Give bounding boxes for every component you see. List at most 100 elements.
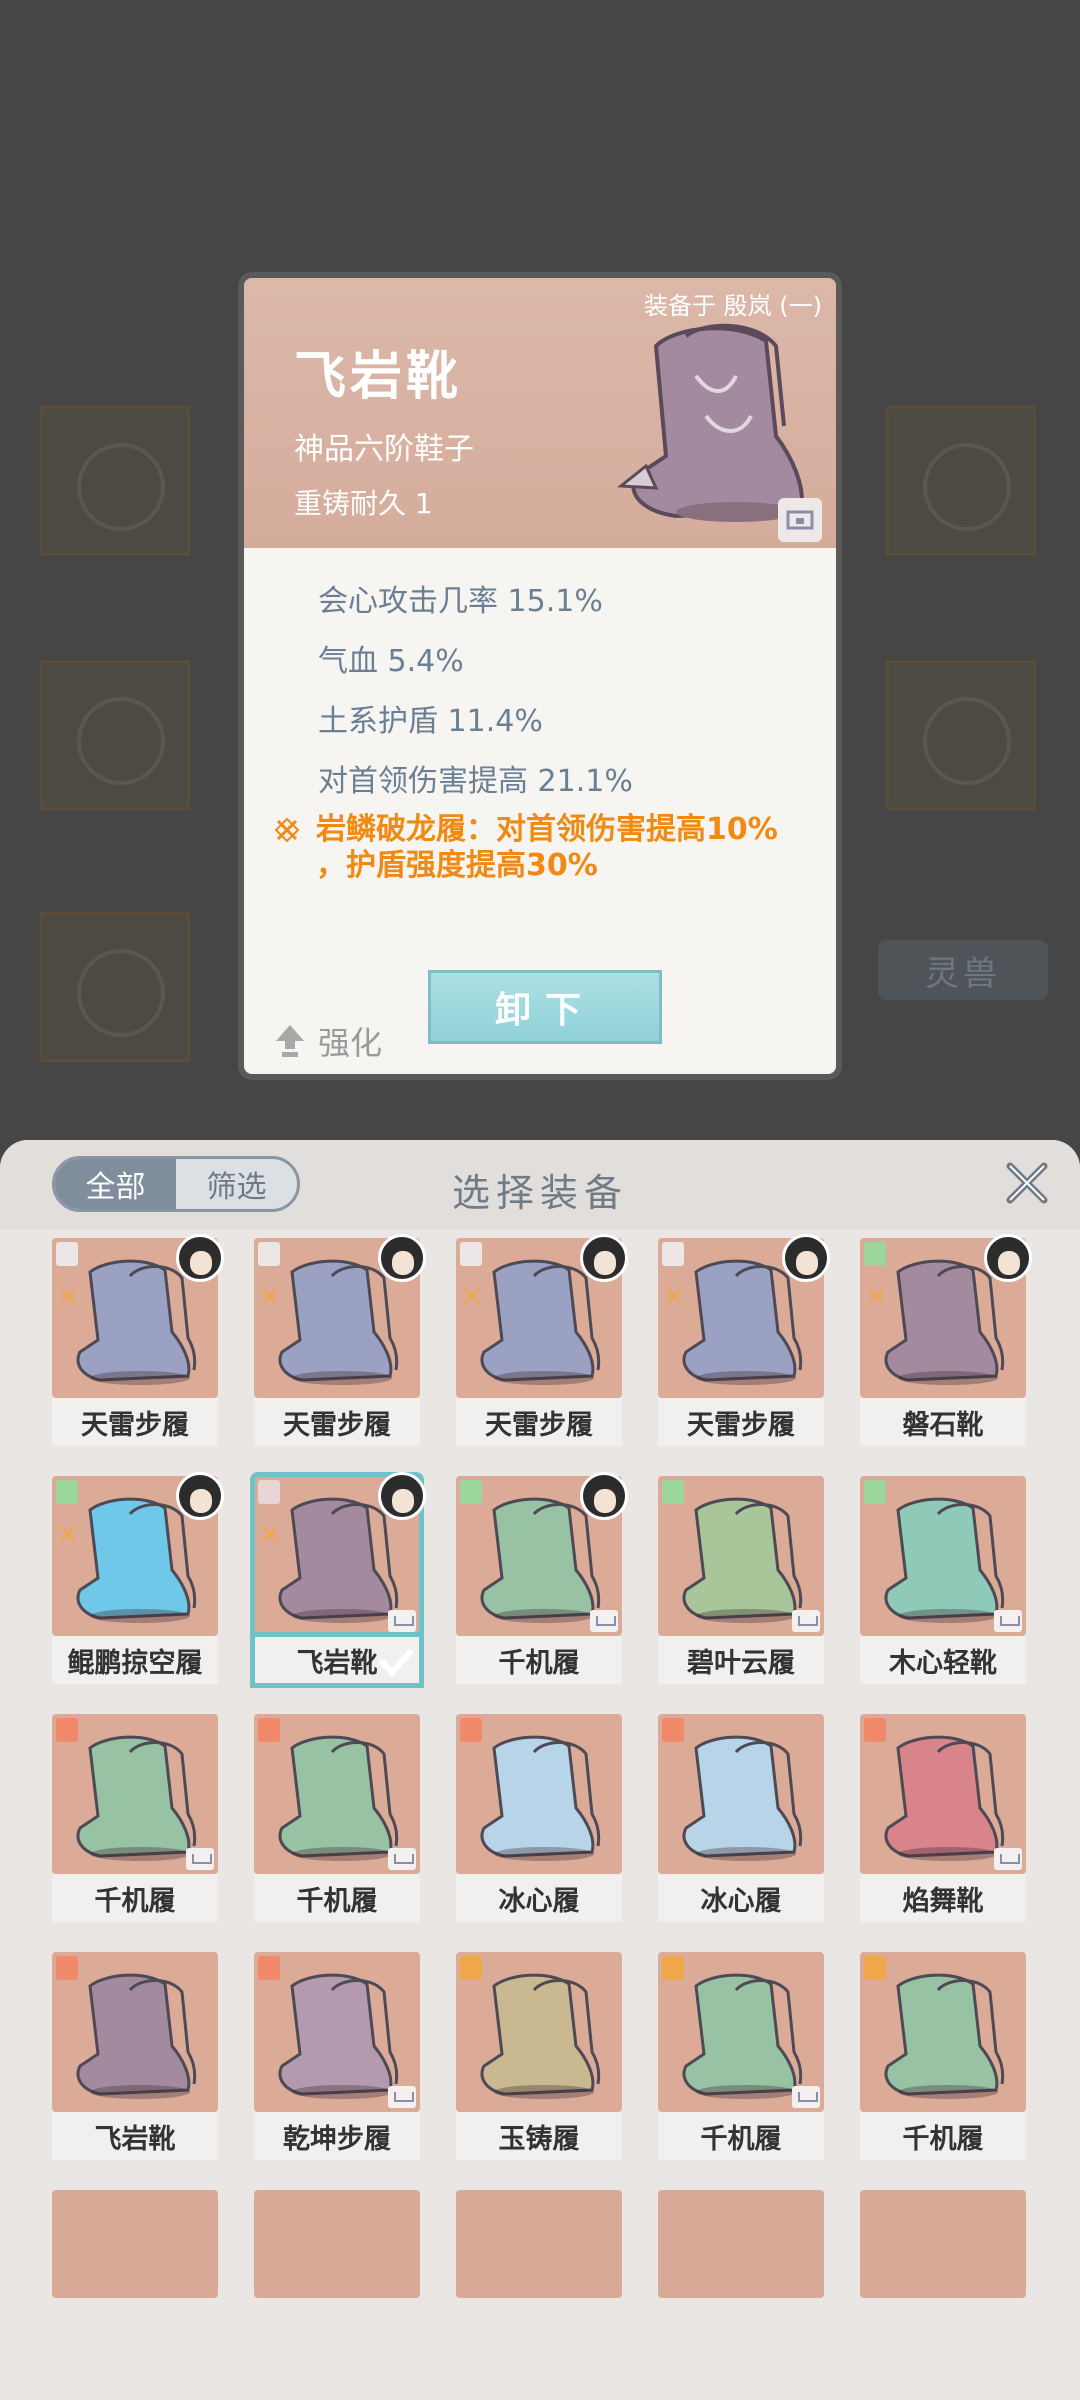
- stat-text: 气血 5.4%: [318, 644, 464, 679]
- stat-row: 对首领伤害提高 21.1%: [274, 748, 814, 808]
- boot-slot-icon: [460, 1242, 482, 1266]
- boot-icon: [884, 1973, 1005, 2099]
- boot-icon: [884, 1735, 1005, 1861]
- boot-icon: [884, 1497, 1005, 1623]
- boot-slot-icon: [662, 1956, 684, 1980]
- boot-icon: [278, 1973, 399, 2099]
- equipment-image: [658, 1714, 824, 1874]
- equipment-card[interactable]: 磐石靴: [860, 1234, 1032, 1448]
- equipment-card[interactable]: 冰心履: [456, 1714, 622, 1924]
- boot-slot-icon: [258, 1242, 280, 1266]
- set-mark-icon: [462, 1286, 482, 1306]
- character-avatar: [378, 1234, 426, 1282]
- equipment-card[interactable]: 碧叶云履: [658, 1476, 824, 1686]
- set-bonus-line: ，护盾强度提高30%: [316, 848, 598, 883]
- equipment-name: 天雷步履: [52, 1398, 218, 1446]
- item-name: 飞岩靴: [294, 347, 463, 407]
- lock-icon: [388, 1610, 416, 1632]
- equipment-card[interactable]: 冰心履: [658, 1714, 824, 1924]
- boot-slot-icon: [864, 1956, 886, 1980]
- unequip-button[interactable]: 卸下: [428, 970, 662, 1044]
- equipment-card[interactable]: [860, 2190, 1026, 2298]
- equipment-name: 飞岩靴: [52, 2112, 218, 2160]
- stat-text: 对首领伤害提高 21.1%: [318, 764, 633, 799]
- equipment-image: [254, 1952, 420, 2112]
- set-mark-icon: [260, 1286, 280, 1306]
- set-mark-icon: [664, 1286, 684, 1306]
- equipment-image: [254, 1714, 420, 1874]
- set-bonus-icon: [274, 817, 300, 843]
- equipment-card[interactable]: 天雷步履: [456, 1234, 628, 1448]
- boot-slot-icon: [460, 1480, 482, 1504]
- boot-slot-icon: [662, 1718, 684, 1742]
- equipment-card[interactable]: [254, 2190, 420, 2298]
- equipment-name: 千机履: [658, 2112, 824, 2160]
- equipment-card[interactable]: 千机履: [860, 1952, 1026, 2162]
- equipment-name: 乾坤步履: [254, 2112, 420, 2160]
- set-bonus: 岩鳞破龙履：对首领伤害提高10% ，护盾强度提高30%: [274, 812, 814, 884]
- equipment-card[interactable]: 天雷步履: [52, 1234, 224, 1448]
- equipment-card[interactable]: 天雷步履: [254, 1234, 426, 1448]
- equipment-image: [860, 1714, 1026, 1874]
- boot-icon: [76, 1735, 197, 1861]
- equipment-image: [658, 1952, 824, 2112]
- equipment-card[interactable]: 千机履: [658, 1952, 824, 2162]
- equipment-name: 天雷步履: [456, 1398, 622, 1446]
- equipment-card[interactable]: 千机履: [52, 1714, 218, 1924]
- equipment-card[interactable]: 飞岩靴: [52, 1952, 218, 2162]
- character-avatar: [176, 1234, 224, 1282]
- boot-icon: [682, 1735, 803, 1861]
- item-durability: 重铸耐久 1: [294, 487, 433, 520]
- stat-row: 气血 5.4%: [274, 628, 814, 688]
- equipment-card[interactable]: [456, 2190, 622, 2298]
- equipment-card[interactable]: 千机履: [254, 1714, 420, 1924]
- boot-slot-icon: [460, 1718, 482, 1742]
- panel-title: 选择装备: [451, 1171, 628, 1215]
- character-avatar: [580, 1234, 628, 1282]
- equipment-name: 冰心履: [456, 1874, 622, 1922]
- boot-slot-icon: [864, 1242, 886, 1266]
- equipment-card[interactable]: 焰舞靴: [860, 1714, 1026, 1924]
- arrow-up-icon: [276, 1025, 304, 1057]
- equipment-card[interactable]: 乾坤步履: [254, 1952, 420, 2162]
- equipment-card[interactable]: 鲲鹏掠空履: [52, 1472, 224, 1686]
- set-mark-icon: [866, 1286, 886, 1306]
- lock-icon: [792, 1610, 820, 1632]
- equipment-name: 冰心履: [658, 1874, 824, 1922]
- boot-icon: [682, 1497, 803, 1623]
- lock-icon[interactable]: [778, 498, 822, 542]
- strengthen-button[interactable]: 强化: [274, 1018, 382, 1064]
- item-grade: 神品六阶鞋子: [294, 432, 474, 467]
- close-icon[interactable]: [1002, 1158, 1052, 1208]
- stat-row: 土系护盾 11.4%: [274, 688, 814, 748]
- bg-equip-slot: [40, 406, 190, 556]
- equipment-name: 千机履: [860, 2112, 1026, 2160]
- equipment-card[interactable]: 玉铸履: [456, 1952, 622, 2162]
- equipment-image: [658, 1476, 824, 1636]
- checkmark-icon: [376, 1646, 416, 1678]
- equipment-card[interactable]: 飞岩靴: [250, 1472, 426, 1688]
- stats-list: 会心攻击几率 15.1% 气血 5.4% 土系护盾 11.4% 对首领伤害提高 …: [274, 568, 814, 884]
- set-bonus-line: 岩鳞破龙履：对首领伤害提高10%: [316, 812, 778, 847]
- boot-slot-icon: [258, 1718, 280, 1742]
- detail-header: 装备于 殷岚 (一) 飞岩靴 神品六阶鞋子 重铸耐久 1: [244, 278, 836, 548]
- character-avatar: [984, 1234, 1032, 1282]
- equipment-card[interactable]: 千机履: [456, 1472, 628, 1686]
- equipment-card[interactable]: [52, 2190, 218, 2298]
- equipment-card[interactable]: 天雷步履: [658, 1234, 830, 1448]
- lock-icon: [388, 2086, 416, 2108]
- boot-slot-icon: [662, 1242, 684, 1266]
- lock-icon: [388, 1848, 416, 1870]
- boot-slot-icon: [258, 1480, 280, 1504]
- boot-slot-icon: [864, 1480, 886, 1504]
- lock-icon: [186, 1848, 214, 1870]
- equipment-name: 鲲鹏掠空履: [52, 1636, 218, 1684]
- equipment-detail-popup: 装备于 殷岚 (一) 飞岩靴 神品六阶鞋子 重铸耐久 1 会心攻击几率 15.1…: [238, 272, 842, 1080]
- equipment-image: [860, 1476, 1026, 1636]
- equipment-image: [456, 1952, 622, 2112]
- lock-icon: [994, 1610, 1022, 1632]
- equipment-card[interactable]: [658, 2190, 824, 2298]
- equipment-image: [860, 1952, 1026, 2112]
- stat-text: 会心攻击几率 15.1%: [318, 584, 603, 619]
- equipment-card[interactable]: 木心轻靴: [860, 1476, 1026, 1686]
